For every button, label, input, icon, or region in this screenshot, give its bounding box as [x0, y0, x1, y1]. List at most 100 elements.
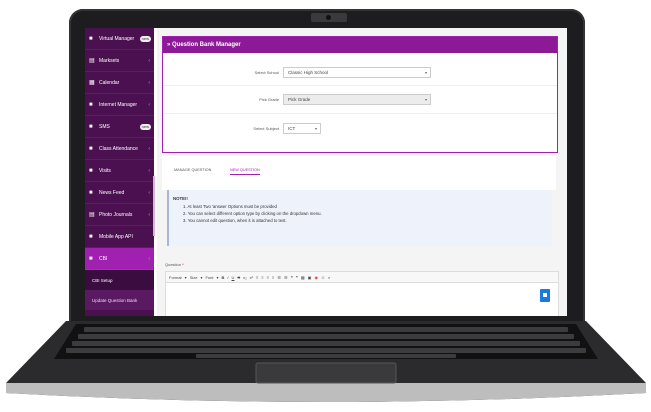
sidebar-item-label: Mobile App API — [99, 233, 133, 240]
new-badge: new — [139, 123, 151, 130]
chevron-down-icon: ▾ — [424, 96, 427, 102]
tab-manage-question[interactable]: MANAGE QUESTION — [174, 168, 211, 172]
form-row-subject: Select Subject ICT ▾ — [163, 121, 557, 135]
bullet-list-icon[interactable]: ☰ — [277, 275, 281, 280]
table-icon[interactable]: ▦ — [301, 275, 305, 280]
size-dropdown[interactable]: Size — [190, 275, 198, 280]
form-row-grade: Pick Grade Pick Grade ▾ — [163, 92, 557, 106]
touchpad[interactable] — [255, 362, 397, 384]
chevron-left-icon: ‹ — [148, 79, 150, 86]
sidebar-item-calendar[interactable]: ▦ Calendar ‹ — [85, 72, 154, 94]
bold-button[interactable]: B — [222, 275, 225, 280]
note-box: NOTE!! 1. At least Two 'answer Options m… — [167, 190, 552, 246]
sidebar-item-label: Marksets — [99, 57, 120, 64]
quote-open-icon[interactable]: ❝ — [291, 275, 293, 280]
sidebar-item-internet-manager[interactable]: ■ Internet Manager ‹ — [85, 94, 154, 116]
format-dropdown[interactable]: Format — [169, 275, 182, 280]
sidebar-subitem-label: CBI Setup — [92, 277, 113, 283]
align-left-icon[interactable]: ≡ — [256, 275, 258, 280]
subscript-button[interactable]: x₂ — [243, 275, 247, 280]
align-center-icon[interactable]: ≡ — [261, 275, 263, 280]
question-bank-panel: » Question Bank Manager Select School Cl… — [162, 36, 558, 153]
news-icon: ■ — [89, 189, 93, 196]
sidebar-item-visits[interactable]: ■ Visits ‹ — [85, 160, 154, 182]
chevron-left-icon: ‹ — [148, 189, 150, 196]
chevron-down-icon: ▾ — [424, 69, 427, 75]
sidebar-item-news-feed[interactable]: ■ News Feed ‹ — [85, 182, 154, 204]
superscript-button[interactable]: x² — [250, 275, 253, 280]
sidebar-item-cbi[interactable]: ■ CBI ‹ — [85, 248, 154, 270]
key-row — [84, 327, 568, 332]
list-icon: ▤ — [89, 58, 95, 64]
grade-select[interactable]: Pick Grade ▾ — [283, 93, 431, 105]
message-icon: ■ — [89, 123, 93, 130]
tab-bar: MANAGE QUESTION NEW QUESTION — [162, 156, 556, 190]
sidebar-item-label: News Feed — [99, 189, 125, 196]
divider — [163, 113, 557, 114]
quote-close-icon[interactable]: ❞ — [296, 275, 298, 280]
align-justify-icon[interactable]: ≡ — [272, 275, 274, 280]
strike-button[interactable]: S — [237, 275, 240, 280]
sidebar-item-label: SMS — [99, 123, 110, 130]
key-row — [66, 348, 586, 353]
note-line: 1. At least Two 'answer Options must be … — [183, 204, 277, 209]
calendar-icon: ▦ — [89, 80, 95, 86]
chevron-down-icon[interactable]: ▾ — [185, 275, 187, 280]
editor-fab-button[interactable] — [540, 289, 550, 302]
chevron-down-icon[interactable]: ▾ — [217, 275, 219, 280]
sidebar-subitem-cbi-setup[interactable]: CBI Setup — [85, 270, 154, 290]
sidebar-subitem-update-question-bank[interactable]: Update Question Bank — [85, 290, 154, 310]
underline-button[interactable]: U — [232, 275, 235, 280]
subject-select[interactable]: ICT ▾ — [283, 122, 321, 134]
chevron-down-icon[interactable]: ▾ — [200, 275, 202, 280]
sidebar: ■ Virtual Manager new ▤ Marksets ‹ ▦ Cal… — [85, 28, 154, 316]
divider — [163, 85, 557, 86]
chevron-down-icon: ‹ — [148, 255, 150, 262]
globe-icon: ■ — [89, 101, 93, 108]
chevron-left-icon: ‹ — [148, 145, 150, 152]
emoji-icon[interactable]: ☺ — [321, 275, 325, 280]
image-icon[interactable]: ▣ — [308, 275, 312, 280]
color-icon[interactable]: ◉ — [314, 275, 318, 280]
school-select[interactable]: Classic High School ▾ — [283, 66, 431, 78]
editor-toolbar: Format ▾ Size ▾ Font ▾ B I U S x₂ x² ≡ ≡… — [166, 272, 558, 283]
mobile-icon: ■ — [89, 233, 93, 240]
field-label: Select School — [254, 69, 279, 75]
webcam — [311, 13, 347, 22]
question-label-text: Question — [165, 262, 182, 267]
required-mark: * — [182, 262, 184, 267]
field-label: Pick Grade — [259, 96, 279, 102]
font-dropdown[interactable]: Font — [205, 275, 213, 280]
field-label: Select Subject — [253, 125, 279, 131]
sidebar-item-virtual-manager[interactable]: ■ Virtual Manager new — [85, 28, 154, 50]
select-value: Pick Grade — [288, 96, 311, 102]
align-right-icon[interactable]: ≡ — [267, 275, 269, 280]
chevron-left-icon: ‹ — [148, 167, 150, 174]
select-value: Classic High School — [288, 69, 329, 75]
new-badge: new — [139, 35, 151, 42]
find-icon[interactable]: ⌕ — [328, 275, 330, 280]
tab-new-question[interactable]: NEW QUESTION — [230, 168, 260, 175]
sidebar-scrollbar[interactable] — [153, 176, 155, 236]
main-content: » Question Bank Manager Select School Cl… — [157, 28, 567, 316]
note-line: 2. You can select different option type … — [183, 211, 322, 216]
numbered-list-icon[interactable]: ☰ — [284, 275, 288, 280]
sidebar-item-photo-journals[interactable]: ▤ Photo Journals ‹ — [85, 204, 154, 226]
sidebar-item-label: Visits — [99, 167, 111, 174]
question-editor[interactable]: Format ▾ Size ▾ Font ▾ B I U S x₂ x² ≡ ≡… — [165, 271, 559, 316]
sidebar-item-class-attendance[interactable]: ■ Class Attendance ‹ — [85, 138, 154, 160]
italic-button[interactable]: I — [227, 275, 228, 280]
select-value: ICT — [288, 125, 296, 131]
note-line: 3. You cannot edit question, when it is … — [183, 218, 287, 223]
note-title: NOTE!! — [173, 196, 188, 201]
sidebar-item-mobile-app-api[interactable]: ■ Mobile App API — [85, 226, 154, 248]
sidebar-item-sms[interactable]: ■ SMS new — [85, 116, 154, 138]
chevron-left-icon: ‹ — [148, 211, 150, 218]
menu-icon: ■ — [89, 35, 93, 42]
sidebar-item-label: Class Attendance — [99, 145, 138, 152]
key-row — [72, 341, 580, 346]
chevron-down-icon: ▾ — [314, 125, 317, 131]
visits-icon: ■ — [89, 167, 93, 174]
sidebar-item-marksets[interactable]: ▤ Marksets ‹ — [85, 50, 154, 72]
attendance-icon: ■ — [89, 145, 93, 152]
